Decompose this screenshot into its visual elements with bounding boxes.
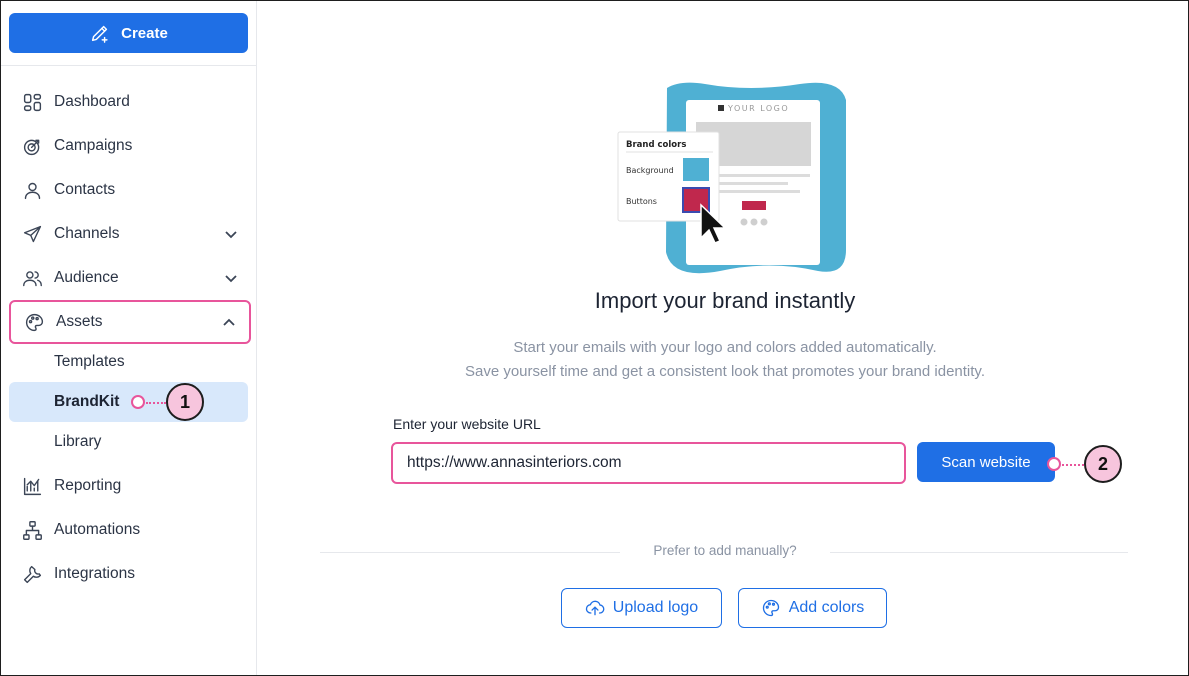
add-colors-label: Add colors xyxy=(788,599,865,616)
sidebar-subitem-templates[interactable]: Templates xyxy=(9,342,248,382)
illustration-background-label: Background xyxy=(626,166,674,175)
sidebar-divider xyxy=(1,65,256,66)
paper-plane-icon xyxy=(21,223,43,245)
divider-right xyxy=(830,552,1128,553)
sidebar-item-label: Channels xyxy=(54,225,120,242)
chart-icon xyxy=(21,475,43,497)
add-colors-button[interactable]: Add colors xyxy=(738,588,887,628)
sidebar-item-channels[interactable]: Channels xyxy=(9,214,251,254)
target-icon xyxy=(21,135,43,157)
people-icon xyxy=(21,267,43,289)
illustration-buttons-label: Buttons xyxy=(626,197,657,206)
palette-icon xyxy=(762,599,779,617)
chevron-down-icon xyxy=(223,270,239,286)
website-url-input[interactable] xyxy=(391,442,906,484)
flow-icon xyxy=(21,519,43,541)
palette-icon xyxy=(23,311,45,333)
sidebar-subitem-brandkit[interactable]: BrandKit xyxy=(9,382,248,422)
upload-logo-label: Upload logo xyxy=(612,599,699,616)
sidebar-item-automations[interactable]: Automations xyxy=(9,510,251,550)
sidebar-item-label: Dashboard xyxy=(54,93,130,110)
sidebar-item-label: Audience xyxy=(54,269,119,286)
page-title: Import your brand instantly xyxy=(594,288,856,313)
create-button[interactable]: Create xyxy=(9,13,248,53)
url-field-label: Enter your website URL xyxy=(393,416,541,432)
description-line-1: Start your emails with your logo and col… xyxy=(513,339,937,356)
manual-prompt: Prefer to add manually? xyxy=(620,543,830,558)
illustration-popup-title: Brand colors xyxy=(626,140,686,150)
dashboard-icon xyxy=(21,91,43,113)
description-line-2: Save yourself time and get a consistent … xyxy=(464,363,985,380)
sidebar-item-label: Assets xyxy=(56,313,103,330)
sidebar-item-reporting[interactable]: Reporting xyxy=(9,466,251,506)
upload-logo-button[interactable]: Upload logo xyxy=(561,588,722,628)
sidebar-item-label: Integrations xyxy=(54,565,135,582)
sidebar-item-campaigns[interactable]: Campaigns xyxy=(9,126,251,166)
scan-website-button[interactable]: Scan website xyxy=(917,442,1055,482)
divider-left xyxy=(320,552,620,553)
callout-badge-1: 1 xyxy=(166,383,204,421)
callout-connector-1 xyxy=(146,402,166,404)
sidebar-item-label: Automations xyxy=(54,521,141,538)
callout-marker-2 xyxy=(1047,457,1061,471)
sidebar-item-dashboard[interactable]: Dashboard xyxy=(9,82,251,122)
wrench-icon xyxy=(21,563,43,585)
person-icon xyxy=(21,179,43,201)
sidebar-item-assets[interactable]: Assets xyxy=(9,300,251,344)
cloud-upload-icon xyxy=(585,600,605,616)
pencil-plus-icon xyxy=(92,25,108,43)
illustration-logo-text: YOUR LOGO xyxy=(727,104,789,113)
sidebar-item-label: Contacts xyxy=(54,181,116,198)
sidebar-item-integrations[interactable]: Integrations xyxy=(9,554,251,594)
callout-connector-2 xyxy=(1062,464,1084,466)
sidebar-item-label: Campaigns xyxy=(54,137,133,154)
brand-illustration: YOUR LOGO Brand colors Background Button… xyxy=(617,82,846,274)
chevron-down-icon xyxy=(223,226,239,242)
chevron-up-icon xyxy=(221,315,237,331)
callout-marker-1 xyxy=(131,395,145,409)
callout-badge-2: 2 xyxy=(1084,445,1122,483)
sidebar-item-label: Reporting xyxy=(54,477,122,494)
sidebar: Create Dashboard Campaigns Contacts Chan… xyxy=(1,1,257,675)
create-label: Create xyxy=(121,24,168,42)
sidebar-subitem-library[interactable]: Library xyxy=(9,422,248,462)
sidebar-item-contacts[interactable]: Contacts xyxy=(9,170,251,210)
sidebar-item-audience[interactable]: Audience xyxy=(9,258,251,298)
